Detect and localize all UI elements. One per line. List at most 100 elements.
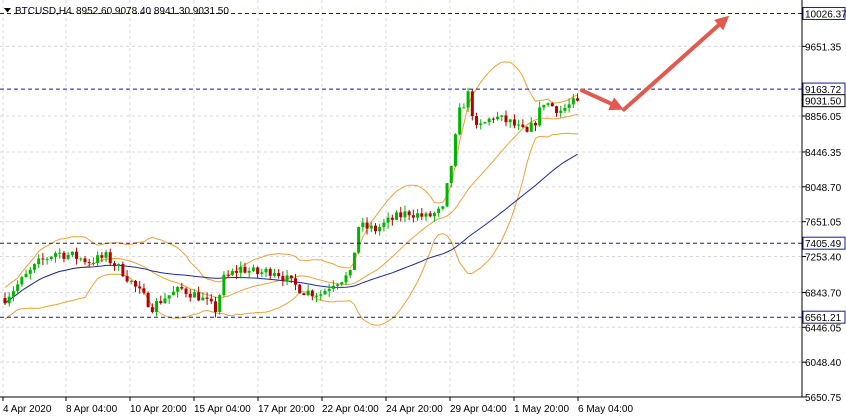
y-tick-label: 8048.70 bbox=[805, 183, 842, 194]
candle-body bbox=[192, 292, 196, 298]
symbol-label: BTCUSD,H4 bbox=[15, 6, 72, 17]
candle-body bbox=[235, 271, 239, 273]
candle-body bbox=[75, 251, 79, 259]
candle-body bbox=[399, 212, 403, 218]
level-price-label: 6561.21 bbox=[805, 313, 842, 324]
x-tick-label: 29 Apr 04:00 bbox=[450, 404, 507, 415]
candle-body bbox=[361, 222, 365, 228]
candle-body bbox=[369, 225, 373, 229]
candle-body bbox=[125, 276, 129, 282]
candle-body bbox=[382, 222, 386, 228]
y-tick-label: 7253.40 bbox=[805, 253, 842, 264]
x-tick-label: 4 Apr 2020 bbox=[3, 404, 52, 415]
candle-body bbox=[146, 292, 150, 308]
candle-body bbox=[66, 254, 70, 259]
candle-body bbox=[483, 122, 487, 124]
candle-body bbox=[184, 288, 188, 294]
candle-body bbox=[432, 212, 436, 217]
candle-body bbox=[521, 124, 525, 127]
candle-body bbox=[142, 288, 146, 293]
candle-body bbox=[167, 295, 171, 299]
candle-body bbox=[323, 290, 327, 295]
x-tick-label: 17 Apr 20:00 bbox=[258, 404, 315, 415]
candle-body bbox=[470, 91, 474, 117]
candle-body bbox=[277, 273, 281, 277]
candle-body bbox=[517, 124, 521, 126]
candle-body bbox=[91, 262, 95, 264]
candle-body bbox=[62, 252, 66, 259]
candle-body bbox=[315, 295, 319, 297]
candle-body bbox=[512, 119, 516, 126]
y-tick-label: 8856.05 bbox=[805, 112, 842, 123]
candle-body bbox=[171, 291, 175, 296]
chart-background bbox=[0, 0, 846, 419]
candle-body bbox=[247, 270, 251, 273]
y-tick-label: 6843.70 bbox=[805, 288, 842, 299]
candle-body bbox=[100, 255, 104, 258]
candle-body bbox=[563, 107, 567, 111]
candle-body bbox=[336, 284, 340, 286]
candle-body bbox=[424, 213, 428, 217]
candle-body bbox=[496, 116, 500, 120]
y-tick-label: 8446.35 bbox=[805, 148, 842, 159]
candle-body bbox=[70, 251, 74, 255]
candle-body bbox=[260, 272, 264, 275]
candle-body bbox=[41, 258, 45, 260]
candle-body bbox=[28, 269, 32, 274]
candle-body bbox=[550, 103, 554, 107]
candle-body bbox=[121, 264, 125, 277]
candle-body bbox=[487, 118, 491, 123]
candle-body bbox=[251, 267, 255, 271]
candle-body bbox=[298, 284, 302, 294]
candle-body bbox=[500, 115, 504, 117]
candle-body bbox=[108, 252, 112, 264]
candle-body bbox=[555, 106, 559, 114]
candle-body bbox=[24, 273, 28, 278]
candle-body bbox=[150, 307, 154, 313]
candle-body bbox=[3, 298, 7, 304]
candle-body bbox=[327, 288, 331, 291]
candle-body bbox=[79, 258, 83, 260]
candle-body bbox=[538, 107, 542, 126]
x-tick-label: 10 Apr 20:00 bbox=[130, 404, 187, 415]
x-tick-label: 24 Apr 20:00 bbox=[386, 404, 443, 415]
candle-body bbox=[475, 116, 479, 125]
candle-body bbox=[83, 258, 87, 263]
candle-body bbox=[411, 215, 415, 218]
candle-body bbox=[32, 264, 36, 270]
candle-body bbox=[567, 104, 571, 108]
candle-body bbox=[129, 280, 133, 282]
candle-body bbox=[533, 122, 537, 126]
candle-body bbox=[155, 301, 159, 313]
candle-body bbox=[319, 294, 323, 296]
candle-body bbox=[188, 293, 192, 298]
candle-body bbox=[453, 134, 457, 166]
current-price-label: 9031.50 bbox=[805, 97, 842, 108]
ohlc-values: 8952.60 9078.40 8941.30 9031.50 bbox=[76, 6, 229, 17]
x-tick-label: 8 Apr 04:00 bbox=[66, 404, 118, 415]
candle-body bbox=[525, 126, 529, 132]
price-chart[interactable]: 9651.35 8856.05 8446.35 8048.70 7651.05 7253.… bbox=[0, 0, 846, 419]
candle-body bbox=[205, 297, 209, 299]
candle-body bbox=[479, 123, 483, 125]
candle-body bbox=[264, 269, 268, 273]
candle-body bbox=[96, 255, 100, 263]
candle-body bbox=[508, 119, 512, 123]
candle-body bbox=[559, 110, 563, 114]
candle-body bbox=[407, 211, 411, 216]
candle-body bbox=[49, 256, 53, 260]
candle-body bbox=[395, 212, 399, 220]
candle-body bbox=[445, 183, 449, 207]
candle-body bbox=[289, 275, 293, 279]
candle-body bbox=[281, 276, 285, 282]
candle-body bbox=[390, 217, 394, 220]
candle-body bbox=[226, 274, 230, 276]
x-tick-label: 15 Apr 04:00 bbox=[194, 404, 251, 415]
candle-body bbox=[437, 208, 441, 213]
candle-body bbox=[546, 103, 550, 105]
candle-body bbox=[159, 301, 163, 304]
candle-body bbox=[58, 252, 62, 254]
candle-body bbox=[180, 287, 184, 289]
candle-body bbox=[37, 258, 41, 265]
candle-body bbox=[331, 285, 335, 289]
